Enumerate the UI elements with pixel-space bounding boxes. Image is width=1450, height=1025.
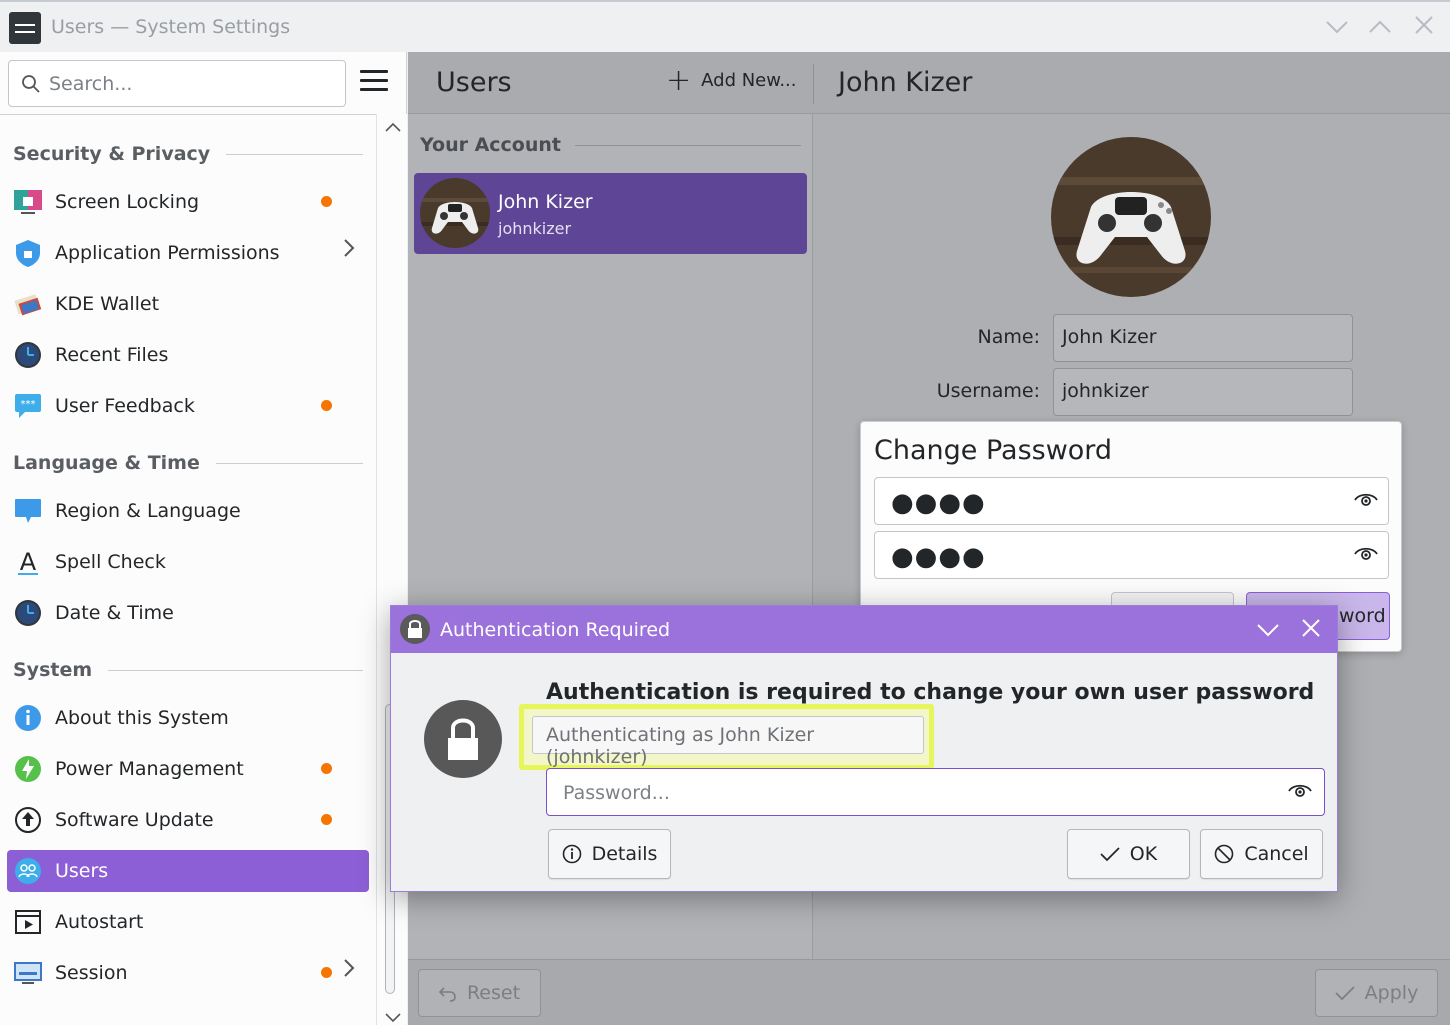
cancel-icon — [1215, 844, 1234, 864]
info-icon — [562, 844, 581, 864]
users-icon — [15, 858, 41, 884]
username-field[interactable]: johnkizer — [1053, 368, 1353, 416]
clock-icon — [15, 342, 41, 368]
sidebar-item-user-feedback[interactable]: *** User Feedback — [7, 385, 369, 427]
hamburger-menu-icon[interactable] — [360, 70, 388, 94]
user-card-john-kizer[interactable]: John Kizer johnkizer — [414, 173, 807, 254]
scroll-down-icon[interactable] — [385, 1013, 401, 1023]
checkmark-icon — [1100, 847, 1120, 862]
your-account-heading: Your Account — [420, 134, 801, 156]
auth-password-field[interactable] — [546, 768, 1325, 816]
sidebar-item-application-permissions[interactable]: Application Permissions — [7, 232, 369, 274]
name-label: Name: — [977, 326, 1040, 348]
update-icon — [15, 807, 41, 833]
name-field[interactable]: John Kizer — [1053, 314, 1353, 362]
sidebar: Security & Privacy Screen Locking Applic… — [0, 52, 407, 1025]
details-button[interactable]: Details — [548, 829, 671, 879]
sidebar-item-users[interactable]: Users — [7, 850, 369, 892]
sidebar-item-region-language[interactable]: Region & Language — [7, 490, 369, 532]
sidebar-item-recent-files[interactable]: Recent Files — [7, 334, 369, 376]
wallet-icon — [14, 294, 42, 316]
search-icon — [22, 75, 40, 93]
add-new-user-button[interactable]: + Add New... — [666, 62, 796, 98]
sidebar-item-date-time[interactable]: Date & Time — [7, 592, 369, 634]
sidebar-item-software-update[interactable]: Software Update — [7, 799, 369, 841]
undo-icon — [438, 987, 456, 1002]
user-detail-title: John Kizer — [838, 67, 973, 98]
change-password-title: Change Password — [874, 435, 1113, 466]
sidebar-divider — [0, 114, 407, 115]
section-system: System — [13, 659, 363, 681]
plus-icon: + — [666, 62, 692, 98]
auth-identity-field[interactable]: Authenticating as John Kizer (johnkizer) — [532, 716, 924, 768]
chevron-right-icon — [343, 238, 355, 264]
main-header: Users + Add New... John Kizer — [408, 52, 1450, 114]
auth-minimize-button[interactable] — [1257, 615, 1279, 643]
sidebar-item-session[interactable]: Session — [7, 952, 369, 994]
section-security-privacy: Security & Privacy — [13, 143, 363, 165]
notification-dot — [321, 763, 332, 774]
maximize-button[interactable] — [1366, 14, 1394, 42]
ok-button[interactable]: OK — [1067, 829, 1190, 879]
auth-heading: Authentication is required to change you… — [546, 680, 1315, 705]
header-separator — [813, 64, 814, 104]
shield-icon — [16, 240, 40, 267]
user-card-name: John Kizer — [498, 191, 593, 213]
cancel-button[interactable]: Cancel — [1200, 829, 1323, 879]
auth-dialog-titlebar: Authentication Required — [391, 606, 1337, 653]
autostart-icon — [15, 910, 41, 934]
auth-password-input[interactable] — [563, 779, 1263, 807]
system-settings-icon — [9, 12, 41, 44]
sidebar-item-autostart[interactable]: Autostart — [7, 901, 369, 943]
show-password-icon[interactable] — [1354, 544, 1378, 564]
notification-dot — [321, 400, 332, 411]
auth-close-button[interactable] — [1302, 615, 1320, 643]
info-icon — [15, 705, 41, 731]
screen-locking-icon — [14, 190, 42, 214]
apply-button[interactable]: Apply — [1315, 969, 1438, 1017]
sidebar-item-screen-locking[interactable]: Screen Locking — [7, 181, 369, 223]
svg-text:A: A — [20, 548, 37, 576]
confirm-password-field[interactable]: ●●●● — [874, 531, 1389, 579]
sidebar-item-kde-wallet[interactable]: KDE Wallet — [7, 283, 369, 325]
window-titlebar: Users — System Settings — [0, 0, 1450, 52]
new-password-field[interactable]: ●●●● — [874, 477, 1389, 525]
footer-bar: Reset Apply — [408, 959, 1450, 1025]
chevron-right-icon — [343, 958, 355, 984]
feedback-icon: *** — [15, 394, 41, 418]
show-password-icon[interactable] — [1354, 490, 1378, 510]
user-card-login: johnkizer — [498, 219, 572, 238]
auth-dialog-title: Authentication Required — [440, 619, 671, 641]
close-window-button[interactable] — [1410, 14, 1438, 42]
minimize-button[interactable] — [1323, 14, 1351, 42]
clock-icon — [15, 600, 41, 626]
show-password-icon[interactable] — [1288, 781, 1312, 801]
region-icon — [15, 499, 41, 523]
page-title: Users — [436, 67, 512, 98]
user-avatar-large[interactable] — [1051, 137, 1211, 297]
svg-text:***: *** — [21, 399, 36, 410]
reset-button[interactable]: Reset — [418, 969, 541, 1017]
search-field[interactable] — [8, 60, 346, 107]
lock-icon — [400, 614, 430, 644]
session-icon — [14, 962, 42, 984]
section-language-time: Language & Time — [13, 452, 363, 474]
search-input[interactable] — [49, 69, 339, 99]
power-icon — [15, 756, 41, 782]
sidebar-item-about-system[interactable]: About this System — [7, 697, 369, 739]
checkmark-icon — [1335, 986, 1355, 1001]
scroll-up-icon[interactable] — [385, 122, 401, 132]
spell-check-icon: A — [18, 548, 38, 576]
authentication-dialog: Authentication Required Authentication i… — [390, 605, 1338, 892]
notification-dot — [321, 814, 332, 825]
notification-dot — [321, 196, 332, 207]
user-avatar — [420, 178, 490, 248]
lock-icon — [424, 700, 502, 778]
window-title: Users — System Settings — [51, 16, 291, 38]
username-label: Username: — [936, 380, 1040, 402]
notification-dot — [321, 967, 332, 978]
sidebar-item-power-management[interactable]: Power Management — [7, 748, 369, 790]
sidebar-item-spell-check[interactable]: A Spell Check — [7, 541, 369, 583]
